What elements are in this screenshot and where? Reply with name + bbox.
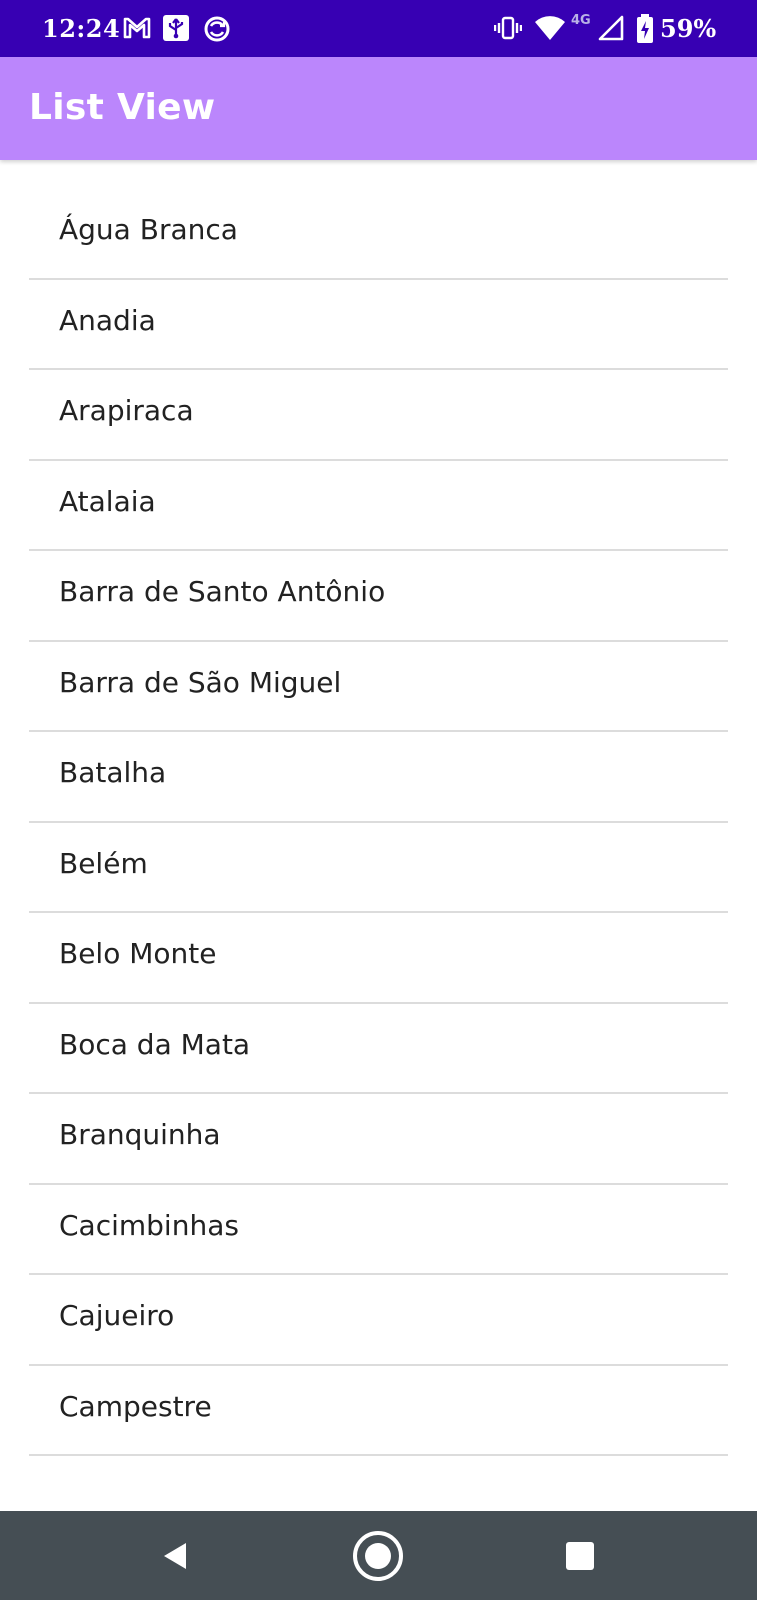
sync-icon [202,14,232,49]
battery-percentage: 59% [660,14,717,43]
navigation-bar [0,1511,757,1600]
usb-icon [162,14,190,47]
list-item-label: Cacimbinhas [59,1208,239,1242]
list-item-label: Arapiraca [59,394,194,427]
city-list: Água Branca Anadia Arapiraca Atalaia Bar… [29,189,728,1456]
wifi-icon [534,14,566,47]
list-item-label: Branquinha [59,1118,221,1151]
list-item[interactable]: Belo Monte [29,913,728,1004]
status-time: 12:24 [42,14,121,43]
list-item[interactable]: Barra de São Miguel [29,642,728,732]
list-item[interactable]: Campestre [29,1366,728,1456]
list-item[interactable]: Boca da Mata [29,1004,728,1094]
battery-charging-icon [636,14,654,49]
list-item[interactable]: Atalaia [29,461,728,551]
list-item-label: Barra de Santo Antônio [59,575,386,608]
list-item-label: Belém [59,846,148,880]
list-item-label: Atalaia [59,484,156,518]
list-item-label: Água Branca [59,213,238,246]
network-type-label: 4G [571,13,591,28]
list-item[interactable]: Branquinha [29,1094,728,1185]
gmail-icon [122,14,152,47]
list-item[interactable]: Anadia [29,280,728,370]
list-item[interactable]: Água Branca [29,189,728,280]
signal-icon [598,14,624,47]
list-item[interactable]: Cajueiro [29,1275,728,1366]
list-item[interactable]: Cacimbinhas [29,1185,728,1275]
back-icon[interactable] [148,1529,202,1583]
list-item-label: Anadia [59,303,156,337]
list-item[interactable]: Belém [29,823,728,913]
list-item[interactable]: Batalha [29,732,728,823]
list-item[interactable]: Barra de Santo Antônio [29,551,728,642]
list-item-label: Cajueiro [59,1299,175,1332]
app-bar: List View [0,57,757,160]
list-item-label: Batalha [59,756,167,789]
vibrate-icon [493,14,523,47]
list-item[interactable]: Arapiraca [29,370,728,461]
home-icon[interactable] [351,1529,405,1583]
status-bar: 12:24 4G 59% [0,0,757,57]
page-title: List View [29,87,216,128]
list-item-label: Barra de São Miguel [59,665,342,699]
list-item-label: Belo Monte [59,937,217,970]
list-item-label: Boca da Mata [59,1027,251,1061]
recents-icon[interactable] [553,1529,607,1583]
list-item-label: Campestre [59,1389,212,1423]
